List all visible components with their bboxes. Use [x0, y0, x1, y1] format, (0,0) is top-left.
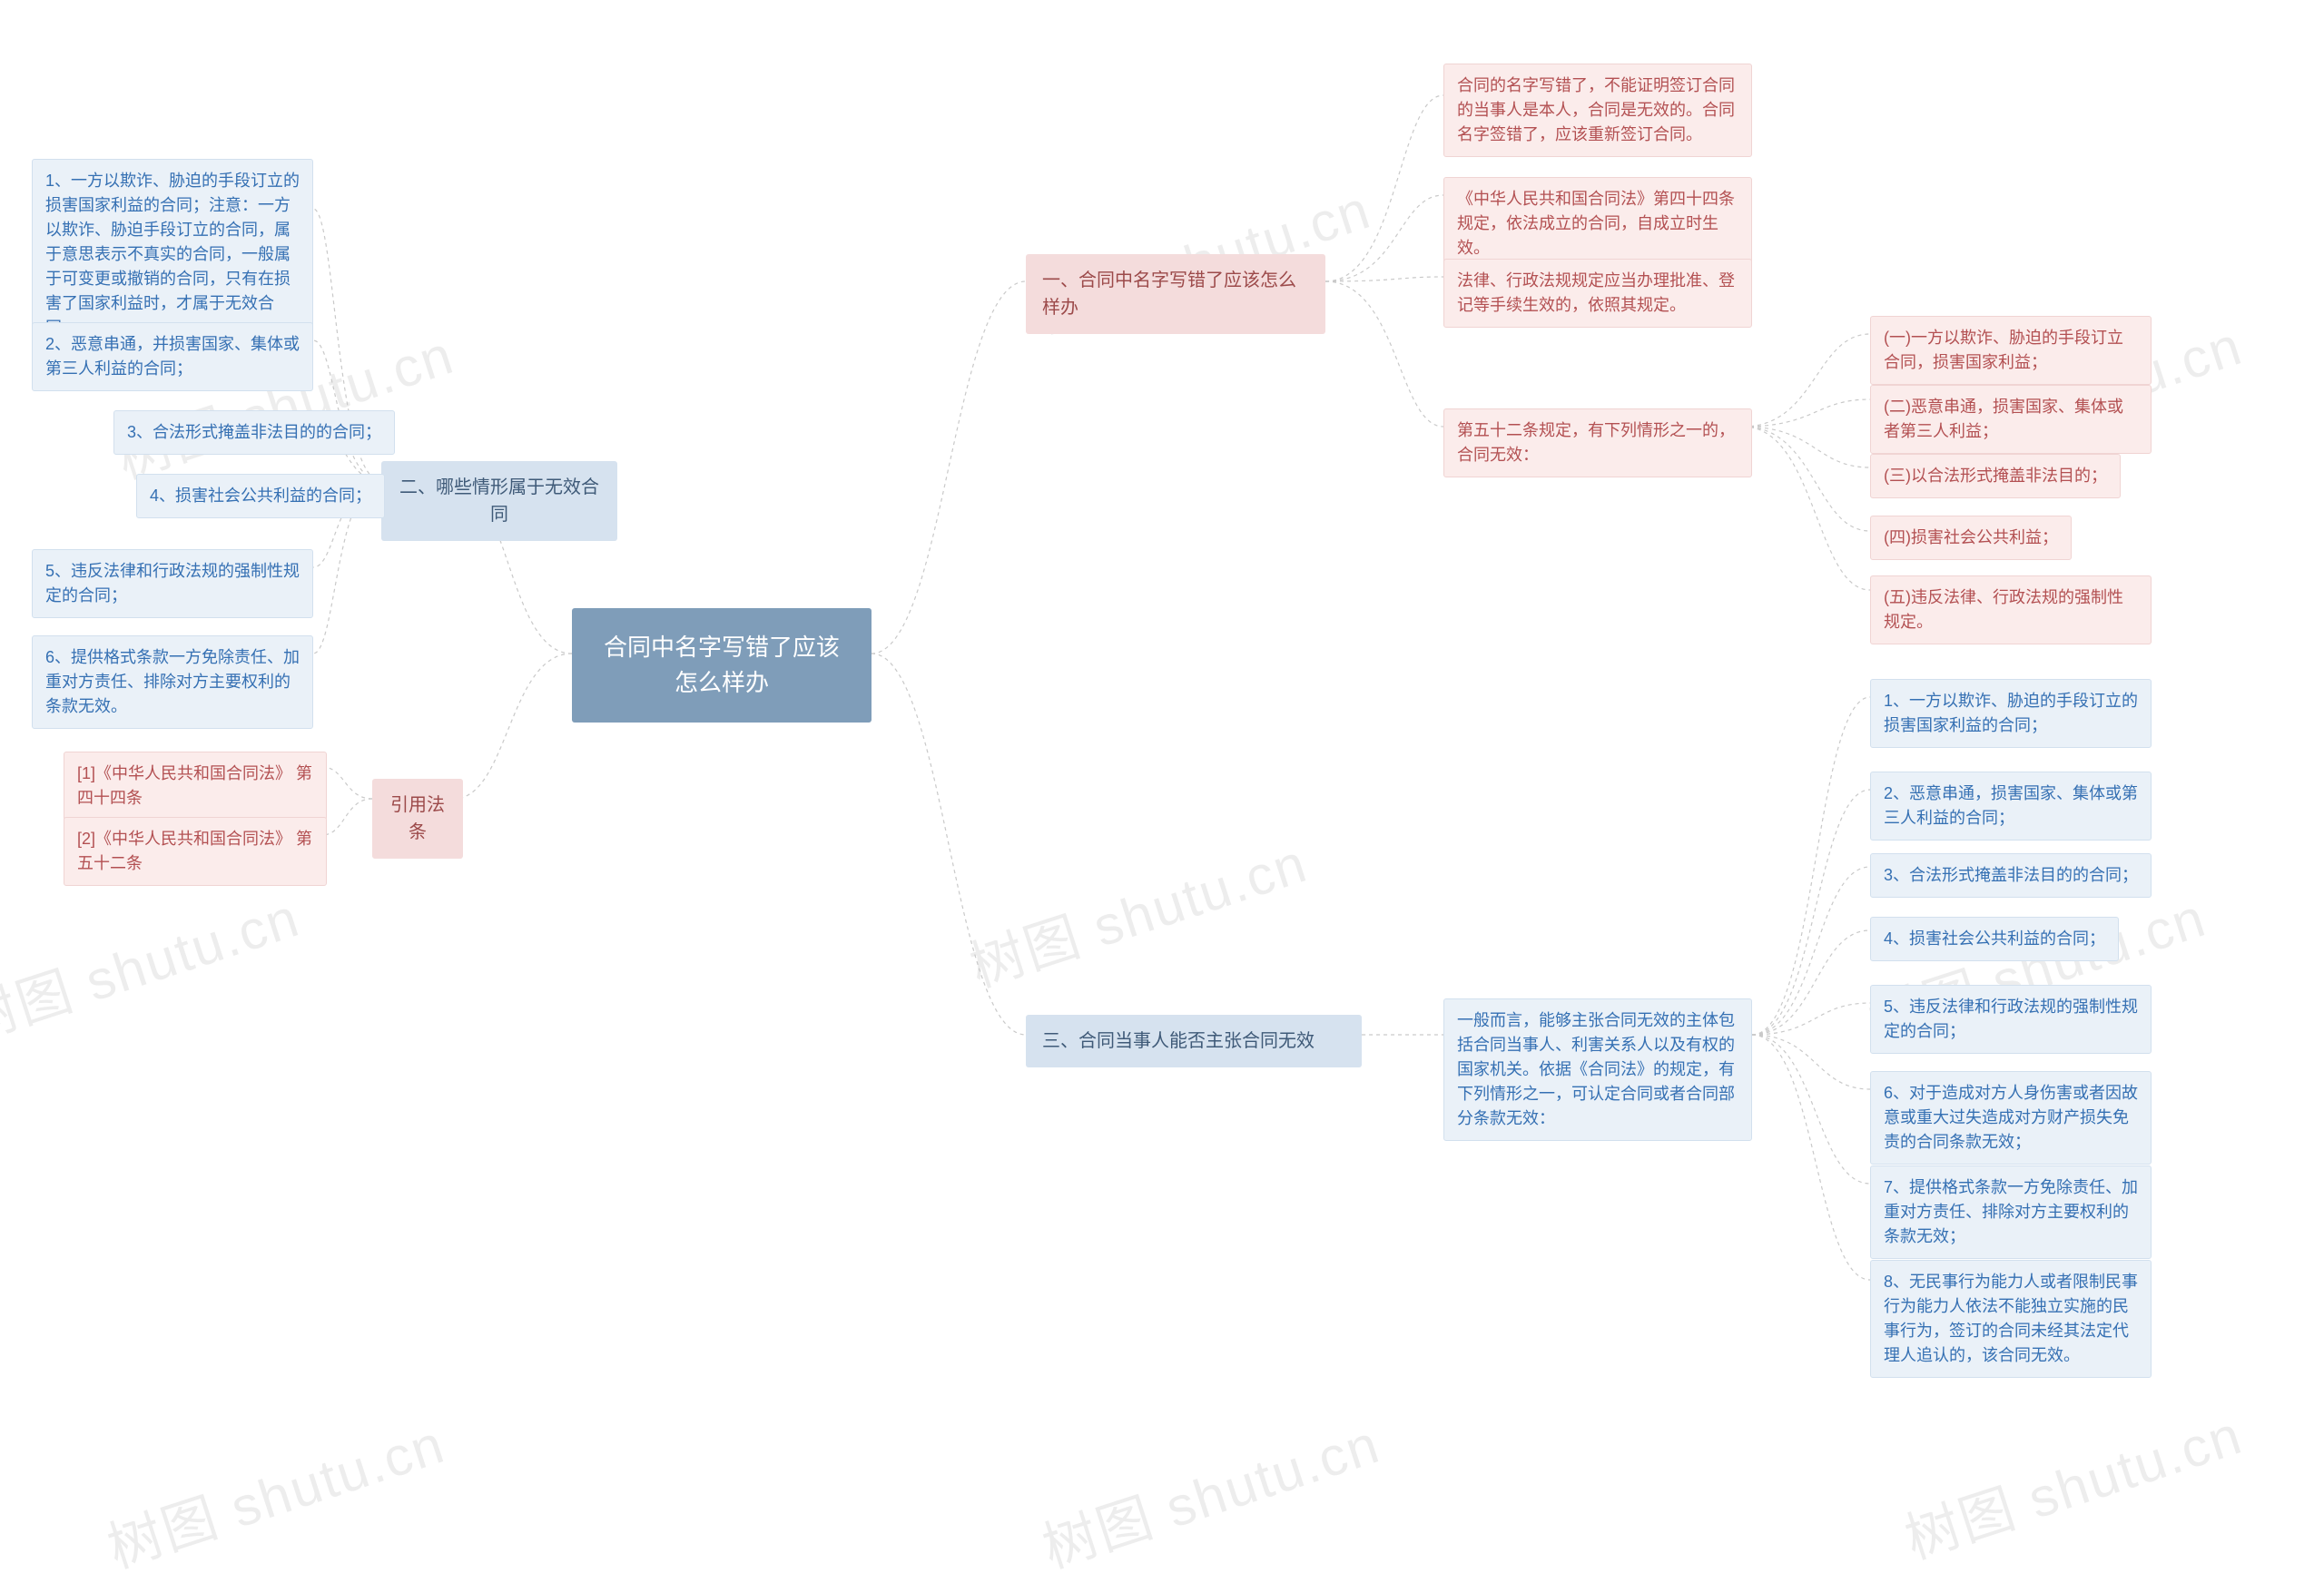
- leaf-b1-4-3[interactable]: (三)以合法形式掩盖非法目的；: [1870, 454, 2121, 498]
- branch-section-3[interactable]: 三、合同当事人能否主张合同无效: [1026, 1015, 1362, 1067]
- leaf-b1-4-5[interactable]: (五)违反法律、行政法规的强制性规定。: [1870, 575, 2152, 644]
- branch-section-2[interactable]: 二、哪些情形属于无效合同: [381, 461, 617, 541]
- watermark: 树图 shutu.cn: [959, 820, 1316, 1003]
- root-node[interactable]: 合同中名字写错了应该怎么样办: [572, 608, 872, 723]
- watermark: 树图 shutu.cn: [0, 874, 309, 1057]
- watermark: 树图 shutu.cn: [1894, 1391, 2251, 1575]
- leaf-b3-1-1[interactable]: 1、一方以欺诈、胁迫的手段订立的损害国家利益的合同；: [1870, 679, 2152, 748]
- leaf-b2-6[interactable]: 6、提供格式条款一方免除责任、加重对方责任、排除对方主要权利的条款无效。: [32, 635, 313, 729]
- leaf-b3-1-2[interactable]: 2、恶意串通，损害国家、集体或第三人利益的合同；: [1870, 772, 2152, 841]
- leaf-b2-4[interactable]: 4、损害社会公共利益的合同；: [136, 474, 385, 518]
- leaf-b1-1[interactable]: 合同的名字写错了，不能证明签订合同的当事人是本人，合同是无效的。合同名字签错了，…: [1443, 64, 1752, 157]
- leaf-b3-1[interactable]: 一般而言，能够主张合同无效的主体包括合同当事人、利害关系人以及有权的国家机关。依…: [1443, 998, 1752, 1141]
- watermark: 树图 shutu.cn: [1031, 1401, 1389, 1583]
- leaf-b3-1-7[interactable]: 7、提供格式条款一方免除责任、加重对方责任、排除对方主要权利的条款无效；: [1870, 1165, 2152, 1259]
- leaf-b3-1-4[interactable]: 4、损害社会公共利益的合同；: [1870, 917, 2119, 961]
- leaf-b3-1-3[interactable]: 3、合法形式掩盖非法目的的合同；: [1870, 853, 2152, 898]
- leaf-b1-4-1[interactable]: (一)一方以欺诈、胁迫的手段订立合同，损害国家利益；: [1870, 316, 2152, 385]
- leaf-citation-2[interactable]: [2]《中华人民共和国合同法》 第五十二条: [64, 817, 327, 886]
- leaf-b1-4-2[interactable]: (二)恶意串通，损害国家、集体或者第三人利益；: [1870, 385, 2152, 454]
- leaf-b1-4[interactable]: 第五十二条规定，有下列情形之一的，合同无效：: [1443, 408, 1752, 477]
- leaf-b2-5[interactable]: 5、违反法律和行政法规的强制性规定的合同；: [32, 549, 313, 618]
- leaf-b2-2[interactable]: 2、恶意串通，并损害国家、集体或第三人利益的合同；: [32, 322, 313, 391]
- leaf-citation-1[interactable]: [1]《中华人民共和国合同法》 第四十四条: [64, 752, 327, 821]
- branch-citations[interactable]: 引用法条: [372, 779, 463, 859]
- leaf-b3-1-6[interactable]: 6、对于造成对方人身伤害或者因故意或重大过失造成对方财产损失免责的合同条款无效；: [1870, 1071, 2152, 1165]
- leaf-b3-1-5[interactable]: 5、违反法律和行政法规的强制性规定的合同；: [1870, 985, 2152, 1054]
- branch-section-1[interactable]: 一、合同中名字写错了应该怎么样办: [1026, 254, 1325, 334]
- leaf-b2-3[interactable]: 3、合法形式掩盖非法目的的合同；: [113, 410, 395, 455]
- leaf-b1-3[interactable]: 法律、行政法规规定应当办理批准、登记等手续生效的，依照其规定。: [1443, 259, 1752, 328]
- watermark: 树图 shutu.cn: [96, 1401, 454, 1583]
- leaf-b3-1-8[interactable]: 8、无民事行为能力人或者限制民事行为能力人依法不能独立实施的民事行为，签订的合同…: [1870, 1260, 2152, 1378]
- leaf-b1-4-4[interactable]: (四)损害社会公共利益；: [1870, 516, 2072, 560]
- leaf-b1-2[interactable]: 《中华人民共和国合同法》第四十四条规定，依法成立的合同，自成立时生效。: [1443, 177, 1752, 270]
